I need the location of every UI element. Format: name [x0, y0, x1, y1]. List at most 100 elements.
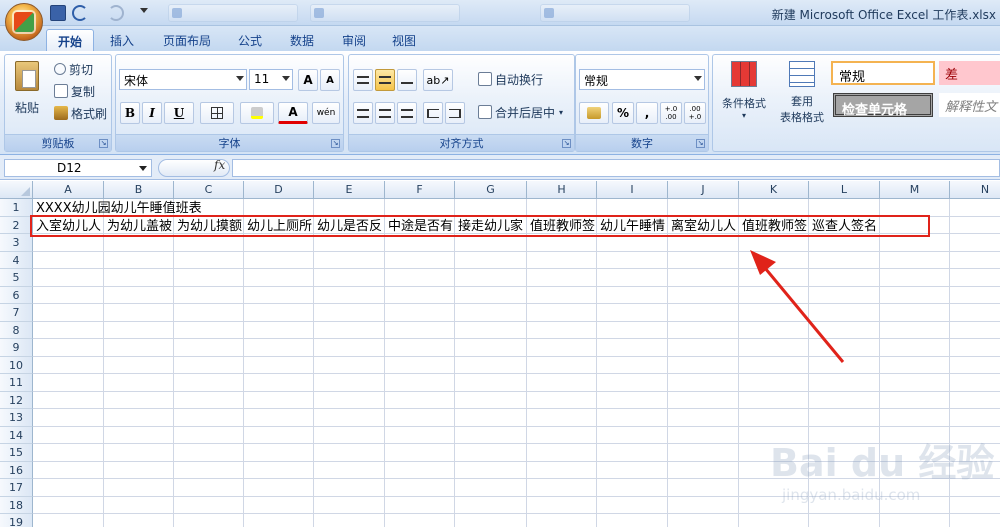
- select-all-corner[interactable]: [0, 181, 33, 199]
- paste-button[interactable]: 粘贴: [9, 59, 45, 121]
- format-painter-button[interactable]: 格式刷: [53, 103, 108, 123]
- background-tab-2[interactable]: [310, 4, 460, 22]
- number-group-label: 数字: [576, 134, 708, 151]
- column-header-l[interactable]: L: [809, 181, 880, 199]
- column-header-m[interactable]: M: [880, 181, 950, 199]
- column-header-h[interactable]: H: [527, 181, 597, 199]
- save-icon[interactable]: [50, 5, 66, 21]
- row-header-8[interactable]: 8: [0, 321, 33, 339]
- comma-button[interactable]: ,: [636, 102, 658, 124]
- row-header-3[interactable]: 3: [0, 234, 33, 252]
- row-header-12[interactable]: 12: [0, 391, 33, 409]
- style-bad[interactable]: 差: [939, 61, 1000, 85]
- row-header-10[interactable]: 10: [0, 356, 33, 374]
- cell-a1-title[interactable]: XXXX幼儿园幼儿午睡值班表: [34, 200, 334, 217]
- font-name-select[interactable]: 宋体: [119, 69, 247, 90]
- row-header-1[interactable]: 1: [0, 199, 33, 217]
- column-header-e[interactable]: E: [314, 181, 385, 199]
- background-tab-1[interactable]: [168, 4, 298, 22]
- style-explanatory[interactable]: 解释性文: [939, 93, 1000, 117]
- name-box[interactable]: D12: [4, 159, 152, 177]
- tab-page-layout[interactable]: 页面布局: [152, 29, 222, 51]
- tab-insert[interactable]: 插入: [100, 29, 144, 51]
- align-left-button[interactable]: [353, 102, 373, 124]
- decrease-indent-button[interactable]: [423, 102, 443, 124]
- italic-button[interactable]: I: [142, 102, 162, 124]
- tab-review[interactable]: 审阅: [332, 29, 376, 51]
- row-header-6[interactable]: 6: [0, 286, 33, 304]
- office-button[interactable]: [5, 3, 43, 41]
- style-normal[interactable]: 常规: [831, 61, 935, 85]
- format-as-table-button[interactable]: 套用 表格格式: [773, 59, 831, 129]
- row-header-9[interactable]: 9: [0, 339, 33, 357]
- bold-button[interactable]: B: [120, 102, 140, 124]
- align-bottom-button[interactable]: [397, 69, 417, 91]
- clipboard-group-label: 剪贴板: [5, 134, 111, 151]
- undo-icon[interactable]: [72, 5, 88, 21]
- row-header-4[interactable]: 4: [0, 251, 33, 269]
- clipboard-launcher-icon[interactable]: ↘: [99, 139, 108, 148]
- column-header-k[interactable]: K: [739, 181, 809, 199]
- tab-formulas[interactable]: 公式: [228, 29, 272, 51]
- copy-button[interactable]: 复制: [53, 81, 96, 101]
- decrease-decimal-button[interactable]: .00 +.0: [684, 102, 706, 124]
- column-header-b[interactable]: B: [104, 181, 174, 199]
- row-header-7[interactable]: 7: [0, 304, 33, 322]
- column-header-c[interactable]: C: [174, 181, 244, 199]
- font-color-button[interactable]: A: [278, 102, 308, 124]
- increase-decimal-button[interactable]: +.0 .00: [660, 102, 682, 124]
- column-header-f[interactable]: F: [385, 181, 455, 199]
- shrink-font-button[interactable]: A: [320, 69, 340, 91]
- orientation-button[interactable]: ab↗: [423, 69, 453, 91]
- conditional-format-button[interactable]: 条件格式 ▾: [716, 59, 772, 129]
- number-launcher-icon[interactable]: ↘: [696, 139, 705, 148]
- tab-data[interactable]: 数据: [280, 29, 324, 51]
- alignment-group: ab↗ 自动换行 合并后居中 ▾ 对齐方式 ↘: [348, 54, 575, 152]
- row-header-17[interactable]: 17: [0, 479, 33, 497]
- tab-home[interactable]: 开始: [46, 29, 94, 51]
- row-header-19[interactable]: 19: [0, 514, 33, 527]
- merge-center-button[interactable]: 合并后居中 ▾: [477, 102, 564, 122]
- accounting-button[interactable]: [579, 102, 609, 124]
- style-check-cell[interactable]: 检查单元格: [833, 93, 933, 118]
- borders-button[interactable]: [200, 102, 234, 124]
- background-tab-3[interactable]: [540, 4, 690, 22]
- grow-font-button[interactable]: A: [298, 69, 318, 91]
- insert-function-icon[interactable]: fx: [214, 158, 225, 172]
- row-header-16[interactable]: 16: [0, 461, 33, 479]
- column-header-j[interactable]: J: [668, 181, 739, 199]
- row-header-18[interactable]: 18: [0, 496, 33, 514]
- font-launcher-icon[interactable]: ↘: [331, 139, 340, 148]
- increase-indent-button[interactable]: [445, 102, 465, 124]
- percent-button[interactable]: %: [612, 102, 634, 124]
- column-header-d[interactable]: D: [244, 181, 314, 199]
- row-header-15[interactable]: 15: [0, 444, 33, 462]
- alignment-launcher-icon[interactable]: ↘: [562, 139, 571, 148]
- column-header-i[interactable]: I: [597, 181, 668, 199]
- row-header-2[interactable]: 2: [0, 216, 33, 234]
- cut-button[interactable]: 剪切: [53, 59, 94, 79]
- tab-view[interactable]: 视图: [382, 29, 426, 51]
- font-name-value: 宋体: [124, 74, 149, 88]
- number-format-select[interactable]: 常规: [579, 69, 705, 90]
- font-size-select[interactable]: 11: [249, 69, 293, 90]
- row-header-11[interactable]: 11: [0, 374, 33, 392]
- row-header-14[interactable]: 14: [0, 426, 33, 444]
- column-header-a[interactable]: A: [33, 181, 104, 199]
- align-middle-button[interactable]: [375, 69, 395, 91]
- currency-icon: [587, 107, 601, 119]
- align-right-button[interactable]: [397, 102, 417, 124]
- align-center-button[interactable]: [375, 102, 395, 124]
- underline-button[interactable]: U: [164, 102, 194, 124]
- fill-color-button[interactable]: [240, 102, 274, 124]
- column-header-g[interactable]: G: [455, 181, 527, 199]
- align-top-button[interactable]: [353, 69, 373, 91]
- column-header-n[interactable]: N: [950, 181, 1000, 199]
- redo-icon[interactable]: [108, 5, 124, 21]
- formula-input[interactable]: [232, 159, 1000, 177]
- row-header-13[interactable]: 13: [0, 409, 33, 427]
- phonetic-button[interactable]: wén: [312, 102, 340, 124]
- qat-customize-icon[interactable]: [140, 8, 148, 13]
- row-header-5[interactable]: 5: [0, 269, 33, 287]
- wrap-text-button[interactable]: 自动换行: [477, 69, 544, 89]
